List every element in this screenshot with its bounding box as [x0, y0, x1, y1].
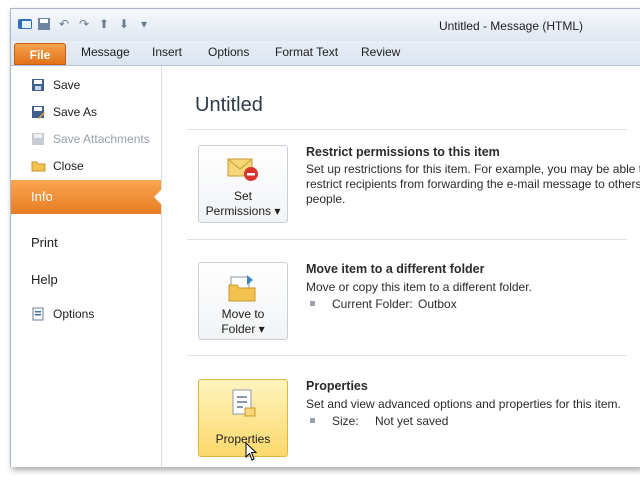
set-permissions-button[interactable]: Set Permissions ▾: [198, 145, 288, 223]
sidebar-item-label: Save: [53, 78, 81, 92]
sidebar-item-close[interactable]: Close: [11, 155, 161, 177]
mouse-cursor-icon: [245, 441, 259, 465]
bullet-icon: [310, 301, 315, 306]
permissions-heading: Restrict permissions to this item: [306, 145, 500, 159]
size-label: Size:: [332, 414, 359, 428]
ribbon-tabs: File Message Insert Options Format Text …: [11, 41, 640, 66]
properties-text: Set and view advanced options and proper…: [306, 397, 621, 411]
bullet-icon: [310, 418, 315, 423]
sidebar-item-label: Close: [53, 159, 84, 173]
backstage-info-panel: Untitled Set Permissions ▾ Restrict perm…: [162, 66, 640, 467]
save-attachments-icon: [31, 132, 47, 146]
sidebar-item-label: Options: [53, 307, 95, 321]
save-icon: [31, 78, 47, 92]
save-icon[interactable]: [37, 17, 51, 31]
quick-access-toolbar: ↶ ↷ ⬆ ⬇ ▾: [17, 17, 151, 31]
current-folder-value: Outbox: [418, 297, 457, 311]
sidebar-item-info[interactable]: Info: [11, 180, 162, 214]
save-as-icon: [31, 105, 47, 119]
set-permissions-label-2: Permissions ▾: [205, 204, 281, 218]
sidebar-item-save-as[interactable]: Save As: [11, 101, 161, 123]
permissions-text-1: Set up restrictions for this item. For e…: [306, 162, 640, 176]
tab-options[interactable]: Options: [208, 45, 249, 59]
tab-format-text[interactable]: Format Text: [275, 45, 338, 59]
customize-toolbar-icon[interactable]: ▾: [137, 17, 151, 31]
sidebar-item-label: Save Attachments: [53, 132, 150, 146]
divider: [187, 129, 627, 130]
sidebar-item-save-attachments[interactable]: Save Attachments: [11, 128, 161, 150]
size-value: Not yet saved: [375, 414, 449, 428]
properties-button-label: Properties: [215, 432, 271, 446]
move-to-folder-button[interactable]: Move to Folder ▾: [198, 262, 288, 340]
folder-icon: [31, 159, 47, 173]
outlook-app-icon[interactable]: [17, 17, 32, 31]
sidebar-item-help[interactable]: Help: [31, 272, 58, 287]
page-title: Untitled: [195, 94, 263, 116]
backstage-sidebar: Save Save As Save Attachments Close Info…: [11, 66, 162, 467]
undo-icon[interactable]: ↶: [57, 17, 71, 31]
properties-doc-icon: [227, 388, 259, 423]
folder-move-icon: [227, 271, 259, 306]
tab-message[interactable]: Message: [81, 45, 130, 59]
sidebar-item-save[interactable]: Save: [11, 74, 161, 96]
up-arrow-icon[interactable]: ⬆: [97, 17, 111, 31]
options-icon: [31, 307, 47, 321]
title-bar: ↶ ↷ ⬆ ⬇ ▾ Untitled - Message (HTML): [11, 9, 640, 41]
sidebar-item-label: Save As: [53, 105, 98, 119]
set-permissions-label-1: Set: [233, 189, 252, 203]
down-arrow-icon[interactable]: ⬇: [117, 17, 131, 31]
tab-insert[interactable]: Insert: [152, 45, 182, 59]
permissions-text-2: restrict recipients from forwarding the …: [306, 177, 640, 191]
divider: [187, 355, 627, 356]
move-text: Move or copy this item to a different fo…: [306, 280, 532, 294]
window-title: Untitled - Message (HTML): [438, 19, 583, 33]
tab-file[interactable]: File: [14, 43, 66, 65]
divider: [187, 239, 627, 240]
properties-heading: Properties: [306, 379, 368, 393]
permissions-text-3: people.: [306, 192, 346, 206]
move-to-folder-label-2: Folder ▾: [221, 322, 265, 336]
move-heading: Move item to a different folder: [306, 262, 485, 276]
move-to-folder-label-1: Move to: [221, 307, 265, 321]
sidebar-item-print[interactable]: Print: [31, 235, 58, 250]
sidebar-item-options[interactable]: Options: [11, 303, 161, 325]
tab-review[interactable]: Review: [361, 45, 400, 59]
envelope-restrict-icon: [227, 156, 259, 185]
properties-button[interactable]: Properties: [198, 379, 288, 461]
outlook-message-window: ↶ ↷ ⬆ ⬇ ▾ Untitled - Message (HTML) File…: [10, 8, 640, 467]
redo-icon[interactable]: ↷: [77, 17, 91, 31]
current-folder-label: Current Folder:: [332, 297, 413, 311]
sidebar-item-label: Info: [31, 189, 53, 204]
